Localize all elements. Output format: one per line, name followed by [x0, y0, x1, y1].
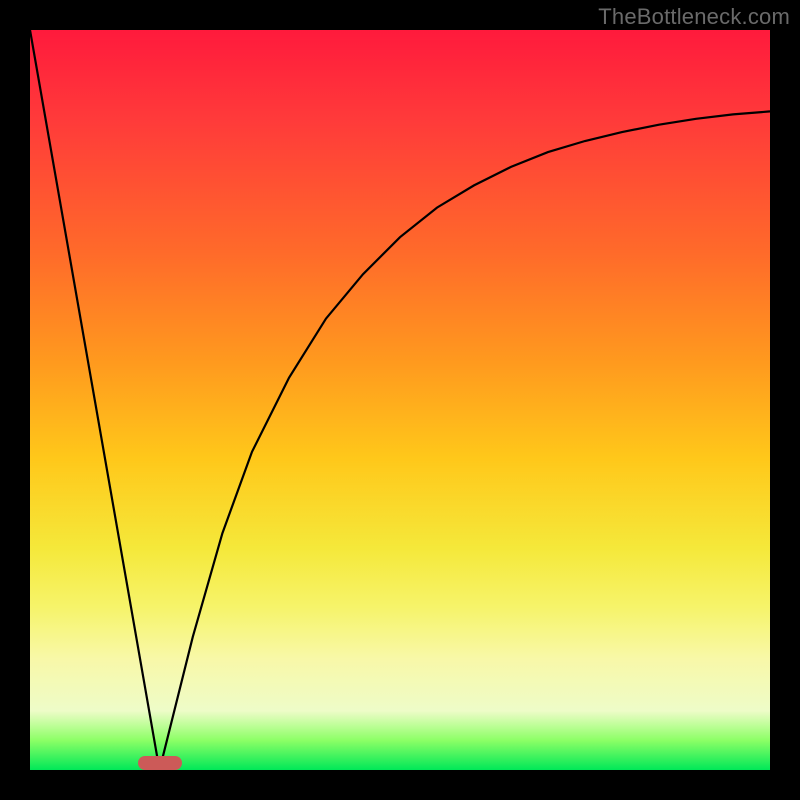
chart-frame: TheBottleneck.com: [0, 0, 800, 800]
left-linear-segment: [30, 30, 160, 770]
bottleneck-curve: [30, 30, 770, 770]
plot-area: [30, 30, 770, 770]
right-curve: [160, 111, 771, 770]
vertex-marker: [138, 756, 182, 770]
watermark-text: TheBottleneck.com: [598, 4, 790, 30]
